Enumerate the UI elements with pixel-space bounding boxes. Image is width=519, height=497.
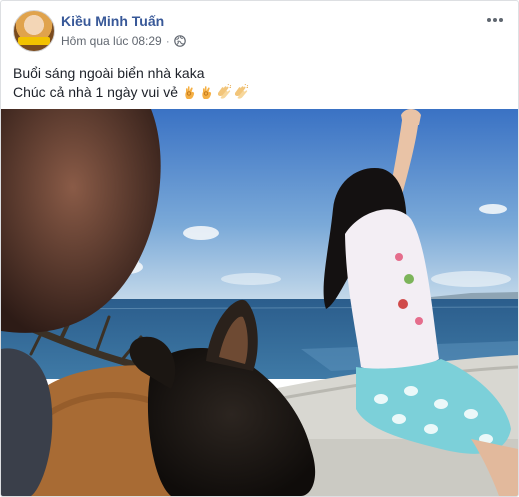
more-dot: [499, 18, 503, 22]
ok-hand-icon: [202, 86, 212, 99]
avatar[interactable]: [13, 10, 55, 52]
globe-icon[interactable]: [173, 35, 186, 47]
clapping-hands-icon: [235, 84, 249, 99]
post-card: Kiều Minh Tuấn Hôm qua lúc 08:29 · Buổi …: [0, 0, 519, 497]
timestamp[interactable]: Hôm qua lúc 08:29: [61, 34, 162, 48]
post-text-line-1: Buổi sáng ngoài biển nhà kaka: [13, 65, 205, 81]
post-text: Buổi sáng ngoài biển nhà kaka Chúc cả nh…: [13, 64, 506, 102]
avatar-band: [18, 37, 50, 45]
more-horizontal-icon[interactable]: [484, 12, 506, 28]
post-header: Kiều Minh Tuấn Hôm qua lúc 08:29 ·: [13, 10, 506, 54]
more-dot: [487, 18, 491, 22]
post-photo[interactable]: [1, 109, 518, 496]
post-text-line-2-content: Chúc cả nhà 1 ngày vui vẻ: [13, 84, 178, 100]
emoji-row: [182, 84, 249, 100]
more-dot: [493, 18, 497, 22]
post-meta: Hôm qua lúc 08:29 ·: [61, 34, 186, 48]
post-text-line-2: Chúc cả nhà 1 ngày vui vẻ: [13, 83, 506, 102]
ok-hand-icon: [185, 86, 195, 99]
clapping-hands-icon: [218, 84, 232, 99]
meta-separator: ·: [165, 34, 170, 48]
author-name[interactable]: Kiều Minh Tuấn: [61, 13, 164, 29]
photo-illustration: [1, 109, 518, 496]
